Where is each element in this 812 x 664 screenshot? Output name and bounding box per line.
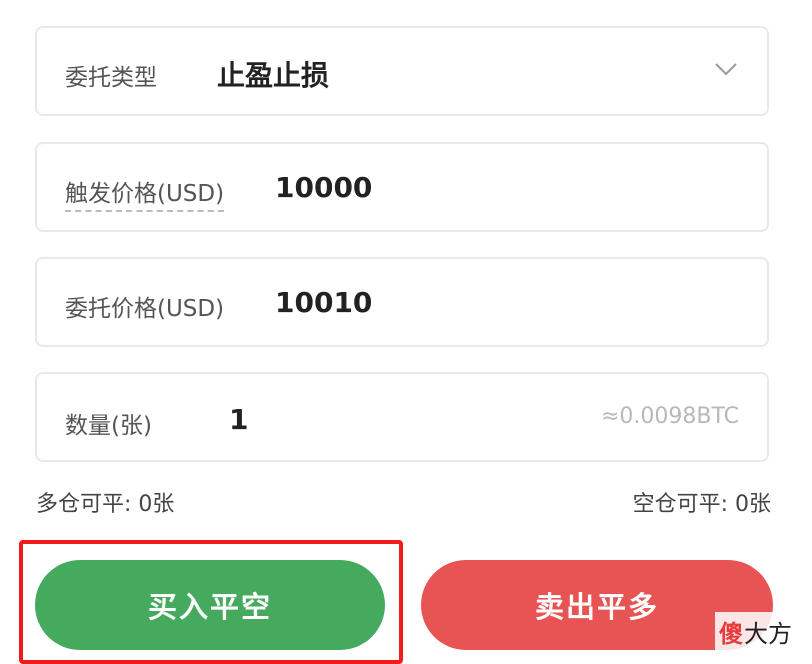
btc-equivalent-text: ≈0.0098BTC xyxy=(600,404,739,429)
order-price-label: 委托价格(USD) xyxy=(65,296,225,322)
long-closable-text: 多仓可平: 0张 xyxy=(36,492,175,517)
watermark-logo: 傻 xyxy=(719,620,743,648)
quantity-field[interactable]: 数量(张) 1 ≈0.0098BTC xyxy=(35,372,769,462)
quantity-input[interactable]: 1 xyxy=(229,403,248,436)
trigger-price-input[interactable]: 10000 xyxy=(275,171,372,204)
order-type-value: 止盈止损 xyxy=(217,59,330,92)
quantity-label: 数量(张) xyxy=(65,413,152,439)
close-position-form: 委托类型 止盈止损 触发价格(USD) 10000 委托价格(USD) 1001… xyxy=(0,0,812,664)
buy-close-short-button[interactable]: 买入平空 xyxy=(35,560,385,650)
chevron-down-icon[interactable] xyxy=(715,62,737,76)
watermark-text: 大方 xyxy=(744,620,792,648)
order-type-label: 委托类型 xyxy=(65,65,157,91)
trigger-price-field[interactable]: 触发价格(USD) 10000 xyxy=(35,142,769,232)
order-price-field[interactable]: 委托价格(USD) 10010 xyxy=(35,257,769,347)
order-price-input[interactable]: 10010 xyxy=(275,286,372,319)
order-type-select[interactable]: 委托类型 止盈止损 xyxy=(35,26,769,116)
watermark: 傻 大方 xyxy=(715,612,796,651)
short-closable-text: 空仓可平: 0张 xyxy=(632,492,771,517)
trigger-price-label[interactable]: 触发价格(USD) xyxy=(65,174,225,212)
